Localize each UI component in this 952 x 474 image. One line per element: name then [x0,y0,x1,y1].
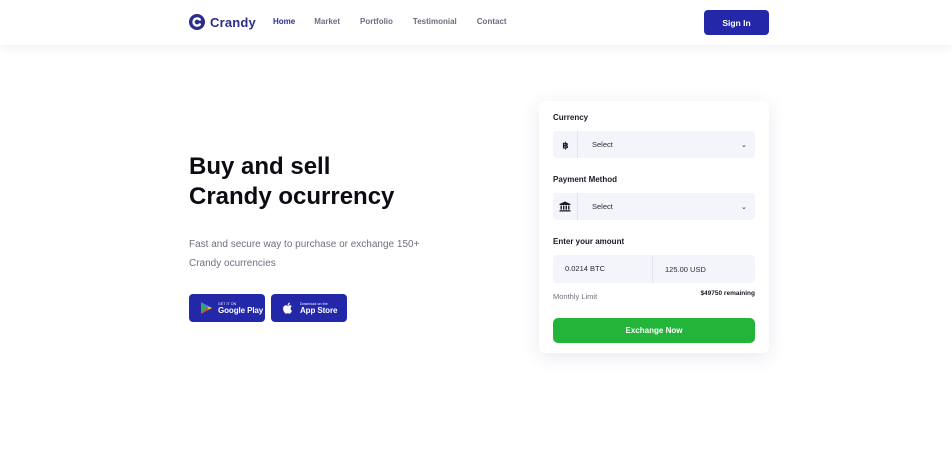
site-header: Crandy Home Market Portfolio Testimonial… [0,0,952,45]
nav-item-home[interactable]: Home [273,17,295,26]
svg-text:฿: ฿ [562,141,568,150]
exchange-card: Currency ฿ Select ⌄ Payment Method Selec… [539,101,769,353]
monthly-limit-value: $49750 remaining [700,290,755,297]
google-play-label: Google Play [218,305,264,315]
chevron-down-icon: ⌄ [741,141,747,149]
payment-method-select[interactable]: Select ⌄ [553,193,755,220]
hero-title-line-1: Buy and sell [189,153,331,180]
app-store-button[interactable]: Download on the App Store [271,294,347,322]
payment-select-value: Select [592,202,613,211]
hero-title: Buy and sell Crandy ocurrency [189,152,394,212]
hero-title-line-2: Crandy ocurrency [189,183,395,210]
chevron-down-icon: ⌄ [741,203,747,211]
amount-label: Enter your amount [553,237,625,246]
payment-method-label: Payment Method [553,175,618,184]
payment-icon-wrap [553,193,578,220]
amount-btc-input[interactable]: 0.0214 BTC [553,255,653,283]
currency-icon-wrap: ฿ [553,131,578,158]
currency-select-value: Select [592,140,613,149]
nav-item-portfolio[interactable]: Portfolio [360,17,393,26]
amount-usd-input[interactable]: 125.00 USD [653,265,706,274]
crandy-logo-icon [189,14,205,30]
currency-label: Currency [553,113,589,122]
google-play-button[interactable]: GET IT ON Google Play [189,294,265,322]
bitcoin-icon: ฿ [562,141,568,150]
sign-in-button[interactable]: Sign In [704,10,769,35]
brand-name: Crandy [210,14,256,30]
bank-icon [559,201,571,212]
apple-icon [283,302,292,314]
main-nav: Home Market Portfolio Testimonial Contac… [273,17,527,26]
google-play-icon [201,302,212,314]
nav-item-market[interactable]: Market [314,17,340,26]
amount-field: 0.0214 BTC 125.00 USD [553,255,755,283]
currency-select[interactable]: ฿ Select ⌄ [553,131,755,158]
hero-subtitle: Fast and secure way to purchase or excha… [189,239,420,269]
exchange-now-button[interactable]: Exchange Now [553,318,755,343]
brand-logo[interactable]: Crandy [189,14,256,30]
nav-item-contact[interactable]: Contact [477,17,507,26]
monthly-limit-label: Monthly Limit [553,292,598,301]
nav-item-testimonial[interactable]: Testimonial [413,17,457,26]
app-store-label: App Store [300,305,338,315]
